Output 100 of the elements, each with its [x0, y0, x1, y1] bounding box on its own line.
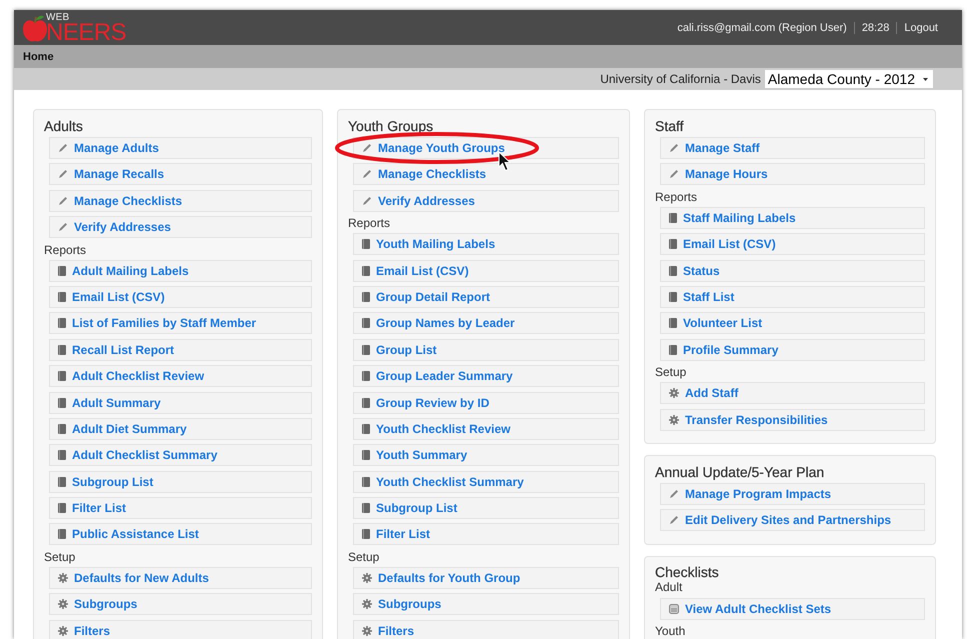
panel-title: Staff	[655, 118, 685, 134]
apple-icon	[22, 14, 48, 42]
menu-link[interactable]: Edit Delivery Sites and Partnerships	[660, 509, 925, 532]
menu-link[interactable]: Group Leader Summary	[353, 365, 619, 388]
book-icon	[669, 318, 677, 328]
book-icon	[58, 529, 66, 540]
menu-link[interactable]: Profile Summary	[660, 338, 925, 361]
pencil-icon	[58, 143, 68, 153]
menu-link[interactable]: Filter List	[353, 523, 619, 546]
menu-link[interactable]: Filters	[49, 620, 312, 639]
menu-link[interactable]: Manage Youth Groups	[353, 137, 619, 159]
book-icon	[58, 344, 66, 355]
menu-link[interactable]: Subgroup List	[353, 497, 619, 520]
panel-title: Checklists	[655, 564, 720, 580]
gear-icon	[58, 599, 68, 610]
menu-link[interactable]: Staff List	[660, 286, 925, 308]
menu-link[interactable]: Adult Summary	[49, 392, 312, 414]
menu-link[interactable]: Group Review by ID	[353, 392, 619, 414]
menu-link[interactable]: Youth Checklist Summary	[353, 470, 619, 493]
book-icon	[669, 266, 677, 276]
menu-link[interactable]: Volunteer List	[660, 312, 925, 334]
book-icon	[58, 424, 66, 434]
menu-link[interactable]: Manage Checklists	[353, 163, 619, 186]
menu-link[interactable]: Add Staff	[660, 382, 925, 404]
gear-icon	[362, 572, 372, 583]
menu-link[interactable]: Status	[660, 260, 925, 282]
panel-title: Youth Groups	[348, 118, 434, 134]
section-heading: Youth	[655, 624, 686, 638]
menu-link[interactable]: Defaults for Youth Group	[353, 566, 619, 589]
menu-link[interactable]: Adult Checklist Summary	[49, 444, 312, 466]
book-icon	[362, 529, 370, 540]
pencil-icon	[669, 515, 679, 526]
section-heading: Setup	[348, 550, 380, 564]
book-icon	[362, 450, 370, 460]
book-icon	[362, 476, 370, 487]
menu-link[interactable]: Filters	[353, 620, 619, 639]
menu-link[interactable]: Public Assistance List	[49, 523, 312, 546]
book-icon	[362, 318, 370, 328]
menu-link[interactable]: Group List	[353, 338, 619, 361]
menu-link[interactable]: Subgroup List	[49, 470, 312, 493]
checklist-icon	[669, 604, 679, 614]
gear-icon	[669, 414, 679, 425]
menu-link[interactable]: Manage Checklists	[49, 190, 312, 212]
book-icon	[362, 266, 370, 276]
pencil-icon	[362, 196, 372, 206]
gear-icon	[362, 626, 372, 636]
menu-link[interactable]: Staff Mailing Labels	[660, 206, 925, 229]
menu-link[interactable]: Manage Hours	[660, 163, 925, 186]
gear-icon	[669, 388, 679, 398]
section-heading: Setup	[44, 550, 76, 564]
pencil-icon	[362, 169, 372, 180]
menu-link[interactable]: Manage Adults	[49, 137, 312, 159]
county-select[interactable]: Alameda County - 2012	[764, 70, 933, 88]
pencil-icon	[362, 143, 372, 153]
menu-link[interactable]: List of Families by Staff Member	[49, 312, 312, 334]
menu-link[interactable]: Adult Mailing Labels	[49, 260, 312, 282]
user-email: cali.riss@gmail.com (Region User)	[677, 22, 847, 34]
menu-link[interactable]: Group Detail Report	[353, 286, 619, 308]
menu-link[interactable]: Manage Program Impacts	[660, 482, 925, 505]
section-heading: Reports	[348, 216, 390, 230]
book-icon	[669, 292, 677, 302]
menu-link[interactable]: Subgroups	[49, 593, 312, 616]
menu-link[interactable]: Subgroups	[353, 593, 619, 616]
book-icon	[58, 292, 66, 302]
pencil-icon	[669, 488, 679, 499]
menu-link[interactable]: Email List (CSV)	[353, 260, 619, 282]
menu-link[interactable]: Filter List	[49, 497, 312, 520]
menu-link[interactable]: Youth Mailing Labels	[353, 233, 619, 256]
book-icon	[362, 292, 370, 302]
menu-link[interactable]: Youth Checklist Review	[353, 418, 619, 440]
book-icon	[669, 239, 677, 250]
nav-tab[interactable]: Home	[22, 50, 55, 62]
menu-link[interactable]: Email List (CSV)	[660, 233, 925, 256]
menu-link[interactable]: Manage Staff	[660, 137, 925, 159]
menu-link[interactable]: Defaults for New Adults	[49, 566, 312, 589]
gear-icon	[362, 599, 372, 610]
book-icon	[58, 476, 66, 487]
logo-text: NEERS	[46, 22, 126, 42]
panel-title: Annual Update/5-Year Plan	[655, 464, 826, 480]
book-icon	[58, 503, 66, 514]
menu-link[interactable]: Youth Summary	[353, 444, 619, 466]
menu-link[interactable]: Adult Checklist Review	[49, 365, 312, 388]
section-heading: Setup	[655, 365, 686, 380]
book-icon	[362, 371, 370, 382]
book-icon	[58, 371, 66, 382]
book-icon	[669, 212, 677, 223]
menu-link[interactable]: Transfer Responsibilities	[660, 408, 925, 431]
menu-link[interactable]: Group Names by Leader	[353, 312, 619, 334]
menu-link[interactable]: Recall List Report	[49, 338, 312, 361]
menu-link[interactable]: Verify Addresses	[353, 190, 619, 212]
book-icon	[58, 398, 66, 408]
section-heading: Reports	[655, 190, 698, 204]
logout-link[interactable]: Logout	[904, 22, 938, 34]
menu-link[interactable]: Adult Diet Summary	[49, 418, 312, 440]
panel-title: Adults	[44, 118, 84, 134]
menu-link[interactable]: Verify Addresses	[49, 216, 312, 238]
menu-link[interactable]: View Adult Checklist Sets	[660, 598, 925, 620]
menu-link[interactable]: Manage Recalls	[49, 163, 312, 186]
menu-link[interactable]: Email List (CSV)	[49, 286, 312, 308]
book-icon	[58, 450, 66, 460]
